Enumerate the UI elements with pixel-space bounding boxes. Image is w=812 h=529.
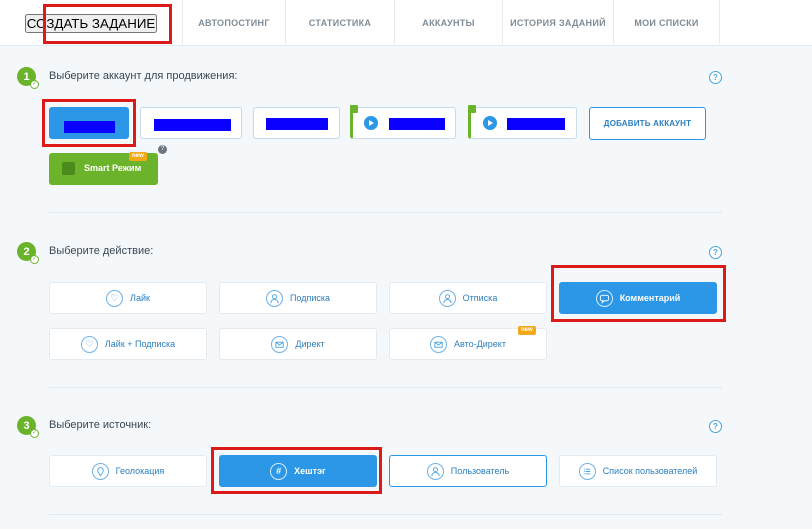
source-label: Хештэг [294,466,326,476]
play-icon [364,116,378,130]
step-3-badge: 3 ✓ [17,416,39,438]
play-icon [483,116,497,130]
action-unfollow-button[interactable]: Отписка [389,282,547,314]
check-icon: ✓ [30,80,39,89]
comment-icon [595,289,613,307]
divider [49,514,722,515]
action-label: Авто-Директ [454,339,506,349]
divider [49,387,722,388]
action-label: Лайк [130,293,150,303]
new-badge: new [518,326,536,335]
action-label: Лайк + Подписка [104,339,176,349]
heart-plus-icon: ♡ [80,335,98,353]
smart-help-icon[interactable]: ? [158,145,167,154]
redacted-account-name [389,118,445,130]
auto-mail-icon [430,335,448,353]
source-user-button[interactable]: Пользователь [389,455,547,487]
action-like-follow-button[interactable]: ♡ Лайк + Подписка [49,328,207,360]
account-card[interactable] [350,105,456,139]
action-follow-button[interactable]: Подписка [219,282,377,314]
tab-my-lists[interactable]: МОИ СПИСКИ [614,0,720,46]
account-card-selected[interactable] [49,107,129,139]
check-icon: ✓ [30,429,39,438]
step-number: 3 [23,419,30,432]
redacted-account-name [64,121,115,133]
tab-autoposting[interactable]: АВТОПОСТИНГ [183,0,286,46]
hashtag-icon: # [270,462,288,480]
account-card[interactable] [253,107,340,139]
tab-statistics[interactable]: СТАТИСТИКА [286,0,395,46]
account-card[interactable] [140,107,242,139]
action-label: Комментарий [619,293,681,303]
action-label: Подписка [289,293,331,303]
step-number: 1 [23,70,30,83]
help-icon[interactable]: ? [709,71,722,84]
redacted-account-name [154,119,231,131]
smart-mode-checkbox[interactable] [62,162,75,175]
step-1-badge: 1 ✓ [17,67,39,89]
tab-create-task-cell: СОЗДАТЬ ЗАДАНИЕ [0,0,183,46]
tab-task-history[interactable]: ИСТОРИЯ ЗАДАНИЙ [503,0,614,46]
action-label: Отписка [462,293,498,303]
location-pin-icon [91,462,109,480]
help-icon[interactable]: ? [709,246,722,259]
list-icon [578,462,596,480]
source-geolocation-button[interactable]: Геолокация [49,455,207,487]
source-user-list-button[interactable]: Список пользователей [559,455,717,487]
status-tag [468,105,476,113]
heart-icon: ♡ [106,289,124,307]
redacted-account-name [266,118,328,130]
action-comment-button[interactable]: Комментарий [559,282,717,314]
action-label: Директ [295,339,325,349]
source-label: Геолокация [115,466,165,476]
step-1-title: Выберите аккаунт для продвижения: [49,70,238,82]
tab-accounts[interactable]: АККАУНТЫ [395,0,503,46]
user-add-icon [265,289,283,307]
redacted-account-name [507,118,565,130]
top-nav: СОЗДАТЬ ЗАДАНИЕ АВТОПОСТИНГ СТАТИСТИКА А… [0,0,812,46]
add-account-button[interactable]: ДОБАВИТЬ АККАУНТ [589,107,706,140]
action-like-button[interactable]: ♡ Лайк [49,282,207,314]
tab-create-task[interactable]: СОЗДАТЬ ЗАДАНИЕ [24,13,158,33]
source-label: Пользователь [450,466,510,476]
status-tag [350,105,358,113]
step-2-title: Выберите действие: [49,245,154,257]
check-icon: ✓ [30,255,39,264]
source-label: Список пользователей [602,466,698,476]
step-number: 2 [23,245,30,258]
smart-mode-label: Smart Режим [84,163,142,173]
help-icon[interactable]: ? [709,420,722,433]
user-icon [426,462,444,480]
new-badge: new [129,152,147,161]
user-remove-icon [438,289,456,307]
step-3-title: Выберите источник: [49,419,152,431]
account-card[interactable] [468,105,577,139]
mail-icon [271,335,289,353]
source-hashtag-button[interactable]: # Хештэг [219,455,377,487]
divider [49,212,722,213]
step-2-badge: 2 ✓ [17,242,39,264]
action-direct-button[interactable]: Директ [219,328,377,360]
